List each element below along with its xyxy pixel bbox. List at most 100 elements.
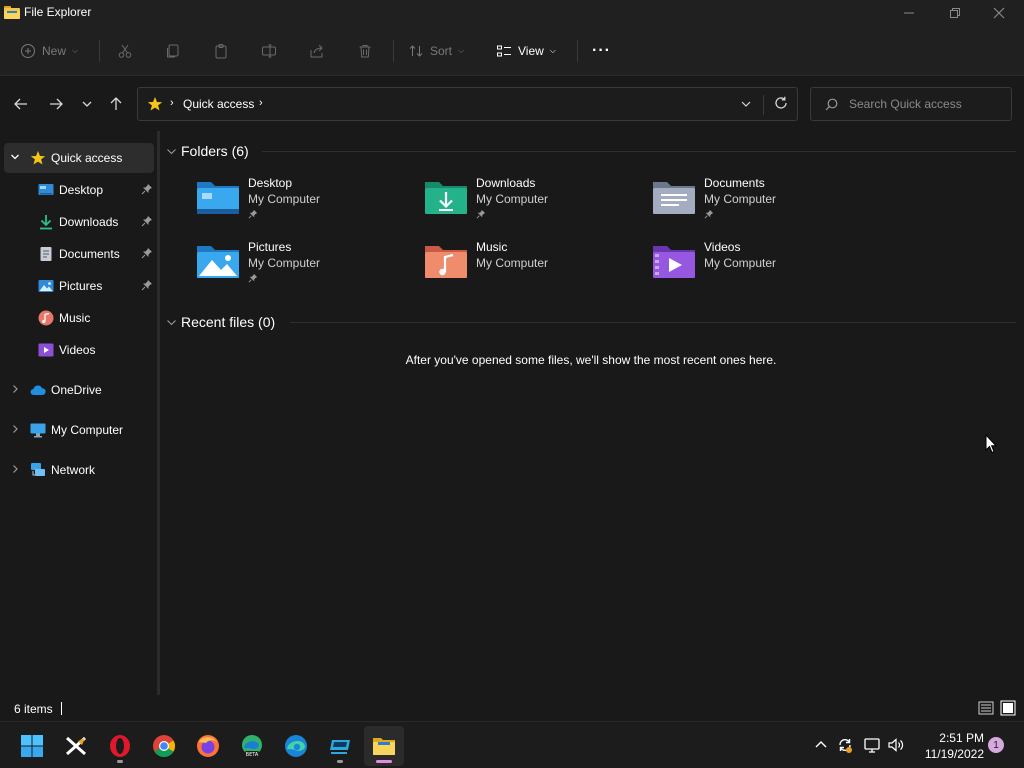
sort-icon [409,45,423,57]
taskbar-app-opera[interactable] [100,726,140,766]
folder-tile-desktop[interactable]: Desktop My Computer [196,176,416,232]
share-button[interactable] [309,38,325,64]
chevron-right-icon[interactable] [10,424,20,434]
back-button[interactable] [10,93,32,115]
sidebar-item-label: Network [51,463,96,477]
forward-button[interactable] [45,93,67,115]
breadcrumb-quick-access[interactable]: Quick access [183,97,254,111]
taskbar-app-firefox[interactable] [188,726,228,766]
cut-icon [118,44,132,58]
sidebar-item-label: Downloads [59,215,119,229]
taskbar-app-x[interactable] [56,726,96,766]
taskbar-app-chrome[interactable] [144,726,184,766]
paste-icon [215,44,227,59]
sidebar-item-onedrive[interactable]: OneDrive [4,375,154,405]
desktop-icon [38,184,54,195]
folder-tile-music[interactable]: Music My Computer [424,240,644,296]
breadcrumb-separator[interactable]: › [259,97,263,109]
view-icon [497,45,511,57]
search-icon [825,98,838,111]
cut-button[interactable] [117,38,133,64]
up-button[interactable] [105,93,127,115]
more-options-button[interactable]: ··· [592,38,611,64]
taskbar-app-remote[interactable] [320,726,360,766]
sort-button[interactable]: Sort ⌵ [408,38,464,64]
sidebar-item-network[interactable]: Network [4,455,154,485]
folder-tile-documents[interactable]: Documents My Computer [652,176,872,232]
folder-tile-downloads[interactable]: Downloads My Computer [424,176,644,232]
sidebar-item-documents[interactable]: Documents [4,239,154,269]
recent-files-section-header[interactable]: Recent files (0) [166,312,275,332]
search-input[interactable] [849,94,1004,114]
chevron-right-icon[interactable] [10,384,20,394]
pin-icon [704,209,714,219]
desktop-folder-icon [197,182,239,214]
address-bar[interactable]: › Quick access › [137,87,798,121]
close-button[interactable] [976,0,1022,26]
chevron-down-icon[interactable] [10,152,20,162]
chevron-right-icon[interactable] [10,464,20,474]
mouse-pointer-icon [985,434,997,454]
sidebar-item-label: Documents [59,247,120,261]
large-icons-view-icon[interactable] [1000,700,1016,716]
copy-button[interactable] [165,38,181,64]
videos-icon [38,343,54,357]
minimize-button[interactable] [886,0,932,26]
sidebar-item-desktop[interactable]: Desktop [4,175,154,205]
search-box[interactable] [810,87,1012,121]
sidebar-item-videos[interactable]: Videos [4,335,154,365]
pin-icon[interactable] [141,215,153,227]
chevron-down-icon[interactable] [740,98,752,110]
restore-icon [950,8,960,18]
view-button[interactable]: View ⌵ [496,38,556,64]
sidebar-item-pictures[interactable]: Pictures [4,271,154,301]
new-button[interactable]: New ⌵ [20,38,78,64]
folder-tile-pictures[interactable]: Pictures My Computer [196,240,416,296]
title-bar: File Explorer [0,0,1024,26]
taskbar-clock[interactable]: 2:51 PM 11/19/2022 [912,730,984,762]
chevron-up-icon[interactable] [812,736,830,754]
trash-icon [359,45,371,58]
folders-section-header[interactable]: Folders (6) [166,141,249,161]
sidebar-item-downloads[interactable]: Downloads [4,207,154,237]
pin-icon[interactable] [141,279,153,291]
edge-beta-icon: BETA [242,735,262,758]
pane-splitter[interactable] [157,131,160,695]
minimize-icon [904,12,914,14]
sidebar-item-music[interactable]: Music [4,303,154,333]
delete-button[interactable] [357,38,373,64]
restore-button[interactable] [932,0,978,26]
volume-icon[interactable] [887,736,905,754]
paste-button[interactable] [213,38,229,64]
download-icon [40,215,52,230]
pin-icon[interactable] [141,183,153,195]
sync-icon[interactable] [836,736,854,754]
pin-icon [248,209,258,219]
folders-heading: Folders (6) [181,143,249,159]
svg-text:BETA: BETA [246,752,259,758]
close-icon [993,7,1005,19]
taskbar-app-file-explorer[interactable] [364,726,404,766]
taskbar-app-edge[interactable] [276,726,316,766]
network-status-icon[interactable] [863,736,881,754]
pin-icon[interactable] [141,247,153,259]
notification-badge[interactable]: 1 [988,737,1004,753]
videos-folder-icon [653,246,695,278]
sidebar-item-quick-access[interactable]: Quick access [4,143,154,173]
toolbar-divider [99,40,100,62]
sidebar-item-my-computer[interactable]: My Computer [4,415,154,445]
folder-location: My Computer [476,192,549,206]
recent-locations-button[interactable] [76,93,98,115]
start-button[interactable] [12,726,52,766]
refresh-icon[interactable] [774,96,788,110]
rename-button[interactable] [261,38,277,64]
opera-icon [110,735,130,757]
folder-tile-videos[interactable]: Videos My Computer [652,240,872,296]
details-view-icon[interactable] [978,700,994,716]
chevron-down-icon [82,101,92,107]
edge-icon [285,735,307,757]
taskbar-app-edge-beta[interactable]: BETA [232,726,272,766]
recent-files-empty-message: After you've opened some files, we'll sh… [405,353,777,367]
status-divider [61,702,62,715]
folder-name: Downloads [476,176,536,190]
